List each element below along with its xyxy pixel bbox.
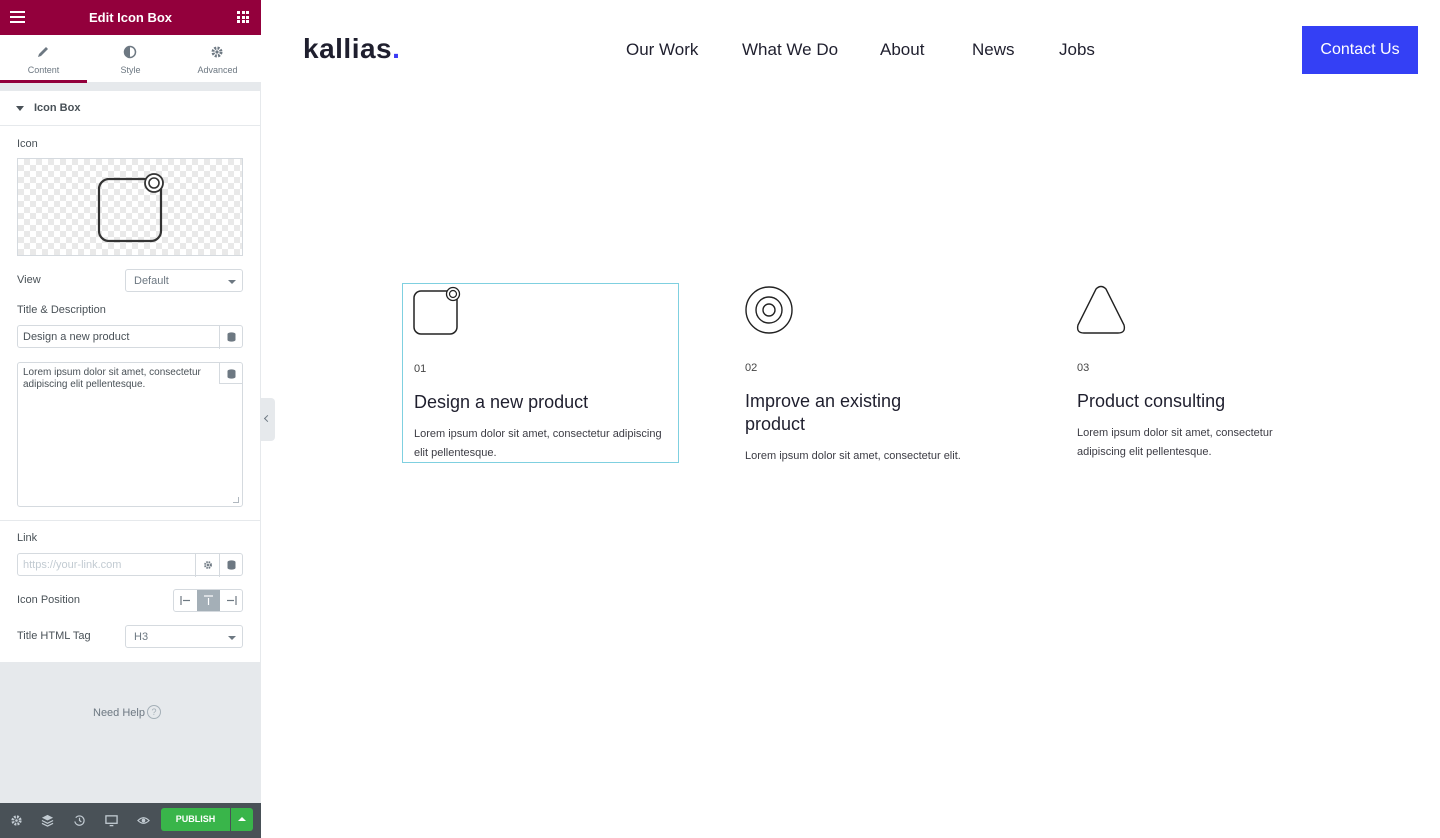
icon-label: Icon xyxy=(17,138,38,150)
settings-gear-icon[interactable] xyxy=(10,814,23,827)
help-area: Need Help ? xyxy=(0,662,261,803)
tab-advanced[interactable]: Advanced xyxy=(174,35,261,83)
card-description: Lorem ipsum dolor sit amet, consectetur … xyxy=(414,428,662,459)
chevron-up-icon xyxy=(238,817,246,821)
collapse-panel-button[interactable] xyxy=(261,398,275,441)
icon-picker-preview[interactable] xyxy=(17,158,243,256)
align-left-icon xyxy=(180,596,190,605)
nav-about[interactable]: About xyxy=(880,40,924,60)
tab-style-label: Style xyxy=(120,65,141,75)
chevron-left-icon xyxy=(263,414,272,423)
icon-position-label: Icon Position xyxy=(17,594,80,606)
tab-advanced-label: Advanced xyxy=(197,65,238,75)
card-title: Product consulting xyxy=(1077,391,1226,411)
card-number: 02 xyxy=(745,362,758,374)
title-input-value: Design a new product xyxy=(23,331,130,343)
view-select[interactable]: Default xyxy=(125,269,243,292)
icon-box-card-2[interactable]: 02 Improve an existing product Lorem ips… xyxy=(734,283,1011,463)
pencil-icon xyxy=(38,47,48,57)
title-dynamic-button[interactable] xyxy=(219,326,243,349)
link-placeholder: https://your-link.com xyxy=(23,559,122,571)
contrast-icon xyxy=(123,45,137,59)
tab-content-label: Content xyxy=(27,65,60,75)
title-tag-select[interactable]: H3 xyxy=(125,625,243,648)
icon-box-card-3[interactable]: 03 Product consulting Lorem ipsum dolor … xyxy=(1066,283,1343,463)
card-title: Design a new product xyxy=(414,392,589,412)
icon-box-card-1[interactable]: 01 Design a new product Lorem ipsum dolo… xyxy=(402,283,679,463)
target-icon xyxy=(745,286,793,334)
chevron-down-icon xyxy=(228,280,236,284)
nav-news[interactable]: News xyxy=(972,40,1015,60)
logo-text: kallias xyxy=(303,33,393,64)
gear-icon xyxy=(211,46,223,58)
panel-header: Edit Icon Box xyxy=(0,0,261,35)
resize-grip-icon[interactable] xyxy=(233,497,239,503)
link-label: Link xyxy=(17,532,38,544)
card-description: Lorem ipsum dolor sit amet, consectetur … xyxy=(1077,427,1273,458)
tab-style[interactable]: Style xyxy=(87,35,174,83)
publish-button[interactable]: PUBLISH xyxy=(161,808,230,831)
product-icon xyxy=(413,286,461,335)
align-right-icon xyxy=(227,596,237,605)
description-value: Lorem ipsum dolor sit amet, consectetur … xyxy=(23,367,201,390)
link-input[interactable]: https://your-link.com xyxy=(17,553,243,577)
editor-panel: Edit Icon Box Content Style Advanced Ico… xyxy=(0,0,261,838)
section-icon-box-toggle[interactable]: Icon Box xyxy=(0,91,261,126)
nav-our-work[interactable]: Our Work xyxy=(626,40,698,60)
question-icon[interactable]: ? xyxy=(147,705,161,719)
eye-icon[interactable] xyxy=(137,814,150,827)
link-dynamic-button[interactable] xyxy=(219,554,243,577)
card-description: Lorem ipsum dolor sit amet, consectetur … xyxy=(745,450,961,462)
tab-content[interactable]: Content xyxy=(0,35,87,83)
gear-icon xyxy=(204,561,212,569)
section-title: Icon Box xyxy=(34,102,81,114)
panel-tabs: Content Style Advanced xyxy=(0,35,261,83)
desktop-icon[interactable] xyxy=(105,814,118,827)
triangle-icon xyxy=(1076,285,1126,334)
description-textarea[interactable]: Lorem ipsum dolor sit amet, consectetur … xyxy=(17,362,243,507)
title-input[interactable]: Design a new product xyxy=(17,325,243,349)
position-left-button[interactable] xyxy=(174,590,197,611)
card-number: 01 xyxy=(414,363,427,375)
layers-icon[interactable] xyxy=(41,814,54,827)
position-top-button[interactable] xyxy=(197,590,220,611)
product-icon xyxy=(97,173,164,243)
database-icon xyxy=(227,560,236,570)
need-help-link[interactable]: Need Help xyxy=(93,707,145,719)
contact-us-button[interactable]: Contact Us xyxy=(1302,26,1418,74)
database-icon xyxy=(227,332,236,342)
title-tag-value: H3 xyxy=(134,631,149,643)
history-icon[interactable] xyxy=(73,814,86,827)
panel-title: Edit Icon Box xyxy=(88,10,173,25)
database-icon xyxy=(227,369,236,379)
panel-gap xyxy=(0,83,261,91)
description-dynamic-button[interactable] xyxy=(219,363,243,384)
title-description-label: Title & Description xyxy=(17,304,106,316)
card-number: 03 xyxy=(1077,362,1090,374)
align-top-icon xyxy=(204,595,213,605)
position-right-button[interactable] xyxy=(220,590,243,611)
title-tag-label: Title HTML Tag xyxy=(17,630,91,642)
site-logo[interactable]: kallias. xyxy=(303,33,400,65)
caret-down-icon xyxy=(16,106,24,111)
link-options-button[interactable] xyxy=(195,554,219,577)
publish-options-button[interactable] xyxy=(231,808,253,831)
nav-what-we-do[interactable]: What We Do xyxy=(742,40,838,60)
divider xyxy=(0,520,261,521)
widgets-grid-icon[interactable] xyxy=(237,11,249,23)
view-select-value: Default xyxy=(134,275,169,287)
card-title: Improve an existing product xyxy=(745,391,902,434)
icon-position-choices xyxy=(173,589,243,612)
chevron-down-icon xyxy=(228,636,236,640)
view-label: View xyxy=(17,274,41,286)
nav-jobs[interactable]: Jobs xyxy=(1059,40,1095,60)
logo-dot: . xyxy=(392,33,401,64)
